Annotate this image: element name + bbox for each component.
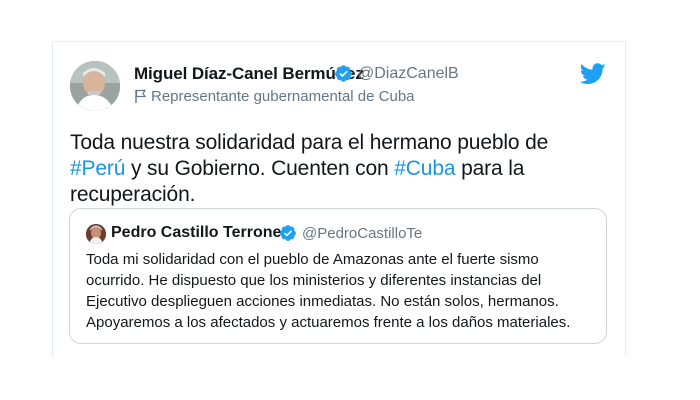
verified-badge-icon <box>280 225 296 241</box>
quoted-tweet[interactable]: Pedro Castillo Terrones @PedroCastilloTe… <box>69 208 607 344</box>
quoted-author-name[interactable]: Pedro Castillo Terrones <box>111 224 290 242</box>
quoted-text-line: Ejecutivo desplieguen acciones inmediata… <box>86 293 559 310</box>
verified-badge-icon <box>335 65 352 82</box>
flag-icon <box>135 89 147 103</box>
twitter-bird-icon[interactable] <box>580 63 606 85</box>
quoted-author-avatar[interactable] <box>86 224 106 244</box>
tweet-text-part: Toda nuestra solidaridad para el hermano… <box>70 131 549 154</box>
quoted-text-line: ocurrido. He dispuesto que los ministeri… <box>86 272 542 289</box>
hashtag-cuba[interactable]: #Cuba <box>394 157 455 180</box>
quoted-text-line: Apoyaremos a los afectados y actuaremos … <box>86 314 571 331</box>
quoted-text-line: Toda mi solidaridad con el pueblo de Ama… <box>86 251 539 268</box>
tweet-text: Toda nuestra solidaridad para el hermano… <box>70 130 570 208</box>
author-handle[interactable]: @DiazCanelB <box>358 65 459 83</box>
quoted-author-handle[interactable]: @PedroCastilloTe <box>302 225 422 242</box>
author-avatar[interactable] <box>70 61 120 111</box>
tweet-card: Miguel Díaz-Canel Bermúdez @DiazCanelB R… <box>52 41 626 357</box>
government-label: Representante gubernamental de Cuba <box>151 88 415 105</box>
author-name[interactable]: Miguel Díaz-Canel Bermúdez <box>134 64 364 84</box>
quoted-tweet-text: Toda mi solidaridad con el pueblo de Ama… <box>86 249 598 333</box>
hashtag-peru[interactable]: #Perú <box>70 157 125 180</box>
tweet-text-part: y su Gobierno. Cuenten con <box>125 157 395 180</box>
